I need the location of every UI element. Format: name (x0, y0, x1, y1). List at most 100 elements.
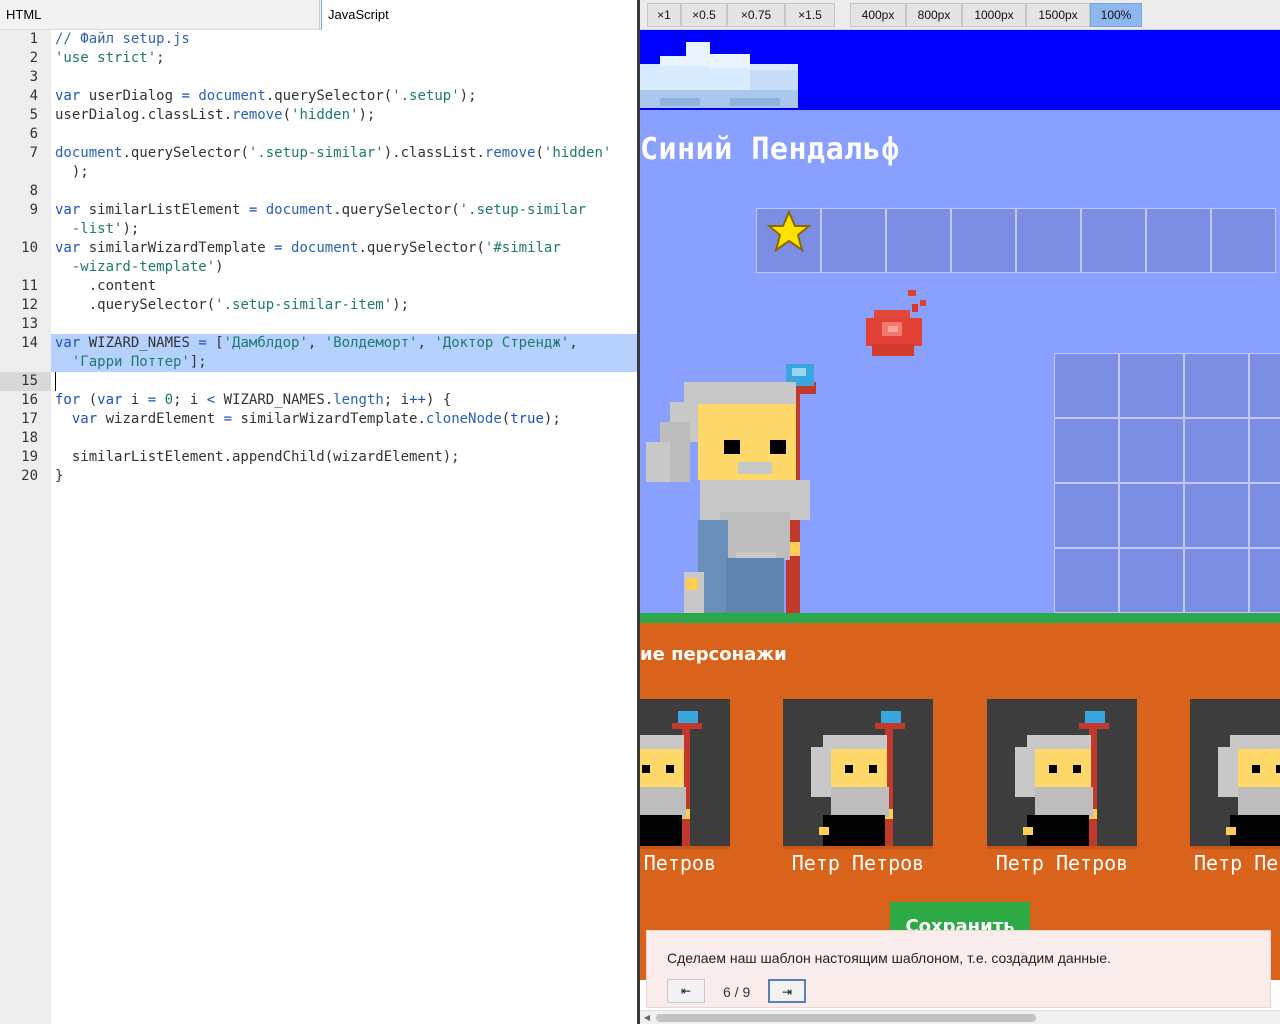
code-editor-pane: HTML JavaScript 1 2 3 4 5 6 7 8 9 10 11 … (0, 0, 637, 1024)
line-number: 14 (21, 335, 38, 351)
line-number: 15 (21, 373, 38, 389)
cloud-image (640, 42, 798, 108)
sky-banner (640, 30, 1280, 110)
code-line: ); (55, 164, 89, 180)
code-line: 'Гарри Поттер']; (71, 354, 207, 370)
code-line: var WIZARD_NAMES = ['Дамблдор', 'Волдемо… (55, 335, 578, 351)
tab-html[interactable]: HTML (0, 0, 320, 30)
inventory-cell[interactable] (1184, 418, 1249, 483)
code-line: .querySelector('.setup-similar-item'); (55, 297, 410, 313)
artifacts-row (756, 208, 1276, 273)
artifact-cell[interactable] (1016, 208, 1081, 273)
horizontal-scrollbar[interactable]: ◀ (640, 1010, 1280, 1024)
artifact-cell[interactable] (951, 208, 1016, 273)
line-number: 11 (21, 278, 38, 294)
line-number: 1 (29, 31, 38, 47)
line-number: 17 (21, 411, 38, 427)
inventory-cell[interactable] (1119, 548, 1184, 613)
width-400-button[interactable]: 400px (850, 3, 906, 27)
artifact-cell[interactable] (1081, 208, 1146, 273)
scroll-left-arrow-icon[interactable]: ◀ (642, 1012, 652, 1024)
similar-wizard-image (783, 699, 933, 849)
similar-wizard-card[interactable]: Петр Пе (1190, 699, 1280, 875)
similar-wizard-name: Петров (643, 851, 716, 875)
preview-pane: ×1 ×0.5 ×0.75 ×1.5 400px 800px 1000px 15… (640, 0, 1280, 1024)
code-line: document.querySelector('.setup-similar')… (55, 145, 612, 161)
width-1500-button[interactable]: 1500px (1026, 3, 1090, 27)
scrollbar-thumb[interactable] (656, 1014, 1036, 1022)
text-cursor (55, 372, 56, 391)
preview-toolbar: ×1 ×0.5 ×0.75 ×1.5 400px 800px 1000px 15… (640, 0, 1280, 30)
line-number: 5 (29, 107, 38, 123)
similar-section: ие персонажи Петров Петр Петров Петр Пет… (640, 623, 1280, 980)
similar-wizard-image (987, 699, 1137, 849)
similar-wizard-card[interactable]: Петр Петров (987, 699, 1137, 875)
wizard-character[interactable] (640, 362, 820, 614)
inventory-grid (1054, 353, 1280, 613)
code-line: var similarWizardTemplate = document.que… (55, 240, 561, 256)
scale-0.5-button[interactable]: ×0.5 (681, 3, 727, 27)
code-line: var similarListElement = document.queryS… (55, 202, 587, 218)
tutorial-next-button[interactable]: ⇥ (768, 979, 806, 1003)
similar-wizard-name: Петр Петров (995, 851, 1129, 875)
artifact-cell[interactable] (1211, 208, 1276, 273)
inventory-cell[interactable] (1249, 353, 1280, 418)
line-number: 2 (29, 50, 38, 66)
inventory-cell[interactable] (1184, 548, 1249, 613)
width-800-button[interactable]: 800px (906, 3, 962, 27)
line-number: 6 (29, 126, 38, 142)
wizard-name-title[interactable]: Синий Пендальф (640, 130, 900, 170)
similar-wizard-card[interactable]: Петров (640, 699, 730, 875)
star-icon[interactable] (767, 210, 811, 254)
artifact-cell[interactable] (1146, 208, 1211, 273)
inventory-cell[interactable] (1054, 548, 1119, 613)
tutorial-step-counter: 6 / 9 (723, 984, 751, 1000)
inventory-cell[interactable] (1249, 548, 1280, 613)
inventory-cell[interactable] (1249, 483, 1280, 548)
tab-javascript[interactable]: JavaScript (321, 0, 637, 30)
inventory-cell[interactable] (1054, 353, 1119, 418)
line-number-gutter (0, 30, 51, 1024)
grass-strip (640, 613, 1280, 623)
artifact-cell[interactable] (821, 208, 886, 273)
code-line: var wizardElement = similarWizardTemplat… (71, 411, 561, 427)
scale-1-button[interactable]: ×1 (647, 3, 681, 27)
editor-tabs: HTML JavaScript (0, 0, 637, 30)
code-line: userDialog.classList.remove('hidden'); (55, 107, 376, 123)
inventory-cell[interactable] (1054, 418, 1119, 483)
line-number: 3 (29, 69, 38, 85)
artifact-cell[interactable] (886, 208, 951, 273)
code-line: .content (55, 278, 157, 294)
preview-viewport: Синий Пендальф ие персонажи Петров Петр … (640, 30, 1280, 1010)
line-number: 7 (29, 145, 38, 161)
line-number: 20 (21, 468, 38, 484)
width-100-percent-button[interactable]: 100% (1090, 3, 1142, 27)
similar-wizard-name: Петр Петров (791, 851, 925, 875)
tutorial-prev-button[interactable]: ⇤ (667, 979, 705, 1003)
line-number: 19 (21, 449, 38, 465)
inventory-cell[interactable] (1119, 483, 1184, 548)
inventory-cell[interactable] (1119, 418, 1184, 483)
similar-wizard-image (640, 699, 730, 849)
line-number: 18 (21, 430, 38, 446)
inventory-cell[interactable] (1119, 353, 1184, 418)
line-number: 9 (29, 202, 38, 218)
inventory-cell[interactable] (1184, 353, 1249, 418)
line-number: 12 (21, 297, 38, 313)
similar-wizard-card[interactable]: Петр Петров (783, 699, 933, 875)
scale-1.5-button[interactable]: ×1.5 (785, 3, 835, 27)
width-1000-button[interactable]: 1000px (962, 3, 1026, 27)
inventory-cell[interactable] (1184, 483, 1249, 548)
fireball-icon[interactable] (864, 290, 936, 362)
tutorial-popup: Сделаем наш шаблон настоящим шаблоном, т… (646, 930, 1271, 1008)
code-line: var userDialog = document.querySelector(… (55, 88, 477, 104)
inventory-cell[interactable] (1054, 483, 1119, 548)
code-line: // Файл setup.js (55, 31, 190, 47)
inventory-cell[interactable] (1249, 418, 1280, 483)
line-number: 4 (29, 88, 38, 104)
scale-0.75-button[interactable]: ×0.75 (727, 3, 785, 27)
code-line: -wizard-template') (55, 259, 224, 275)
similar-wizard-image (1190, 699, 1280, 849)
similar-characters-title: ие персонажи (640, 644, 787, 665)
code-line: 'use strict'; (55, 50, 165, 66)
